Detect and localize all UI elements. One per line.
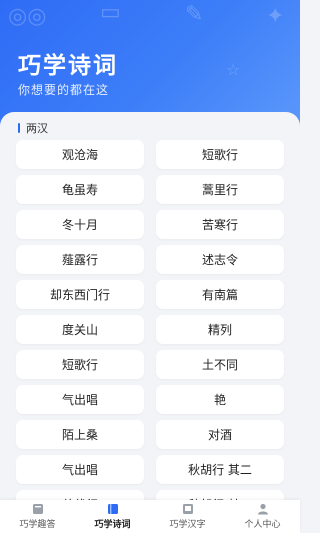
- poem-card[interactable]: 蒿里行: [156, 175, 284, 204]
- poem-grid: 观沧海 短歌行 龟虽寿 蒿里行 冬十月 苦寒行 薤露行 述志令 却东西门行 有南…: [16, 140, 284, 503]
- tab-qiaoxue-hanzi[interactable]: 巧学汉字: [150, 500, 225, 533]
- poem-card[interactable]: 有南篇: [156, 280, 284, 309]
- notebook-icon: [107, 504, 118, 514]
- section-label: 两汉: [26, 122, 48, 135]
- page-title: 巧学诗词: [18, 53, 118, 79]
- poem-card[interactable]: 度关山: [16, 315, 144, 344]
- poem-card[interactable]: 陌上桑: [16, 420, 144, 449]
- tab-qiaoxue-quda[interactable]: 巧学趣答: [0, 500, 75, 533]
- poem-card[interactable]: 精列: [156, 315, 284, 344]
- tablet-icon: [182, 504, 193, 514]
- poem-card[interactable]: 气出唱: [16, 385, 144, 414]
- tab-label: 个人中心: [244, 520, 281, 530]
- poem-list-panel: 两汉 观沧海 短歌行 龟虽寿 蒿里行 冬十月 苦寒行 薤露行 述志令 却东西门行…: [0, 112, 300, 503]
- bottom-tab-bar: 巧学趣答 巧学诗词 巧学汉字 个人中心: [0, 500, 300, 533]
- book-icon: [32, 504, 43, 514]
- poem-card[interactable]: 对酒: [156, 420, 284, 449]
- poem-card[interactable]: 苦寒行: [156, 210, 284, 239]
- book-doodle-icon: ▭: [100, 0, 121, 25]
- tab-label: 巧学诗词: [94, 520, 131, 530]
- lightbulb-doodle-icon: ✦: [266, 4, 285, 29]
- poem-card[interactable]: 短歌行: [16, 350, 144, 379]
- poem-card[interactable]: 薤露行: [16, 245, 144, 274]
- tab-label: 巧学趣答: [19, 520, 56, 530]
- tab-profile[interactable]: 个人中心: [225, 500, 300, 533]
- tab-label: 巧学汉字: [169, 520, 206, 530]
- poem-card[interactable]: 艳: [156, 385, 284, 414]
- poem-card[interactable]: 龟虽寿: [16, 175, 144, 204]
- page-subtitle: 你想要的都在这: [18, 83, 110, 97]
- poem-card[interactable]: 观沧海: [16, 140, 144, 169]
- poem-card[interactable]: 秋胡行 其二: [156, 455, 284, 484]
- poem-card[interactable]: 冬十月: [16, 210, 144, 239]
- poem-card[interactable]: 述志令: [156, 245, 284, 274]
- poem-card[interactable]: 短歌行: [156, 140, 284, 169]
- star-doodle-icon: ☆: [226, 60, 241, 79]
- poem-card[interactable]: 却东西门行: [16, 280, 144, 309]
- tab-qiaoxue-shici[interactable]: 巧学诗词: [75, 500, 150, 533]
- section-marker: [18, 123, 20, 133]
- pencil-doodle-icon: ✎: [185, 2, 204, 27]
- poem-card[interactable]: 气出唱: [16, 455, 144, 484]
- section-header: 两汉: [18, 121, 48, 135]
- poem-card[interactable]: 土不同: [156, 350, 284, 379]
- user-icon: [257, 503, 268, 515]
- glasses-doodle-icon: ◎◎: [8, 4, 47, 29]
